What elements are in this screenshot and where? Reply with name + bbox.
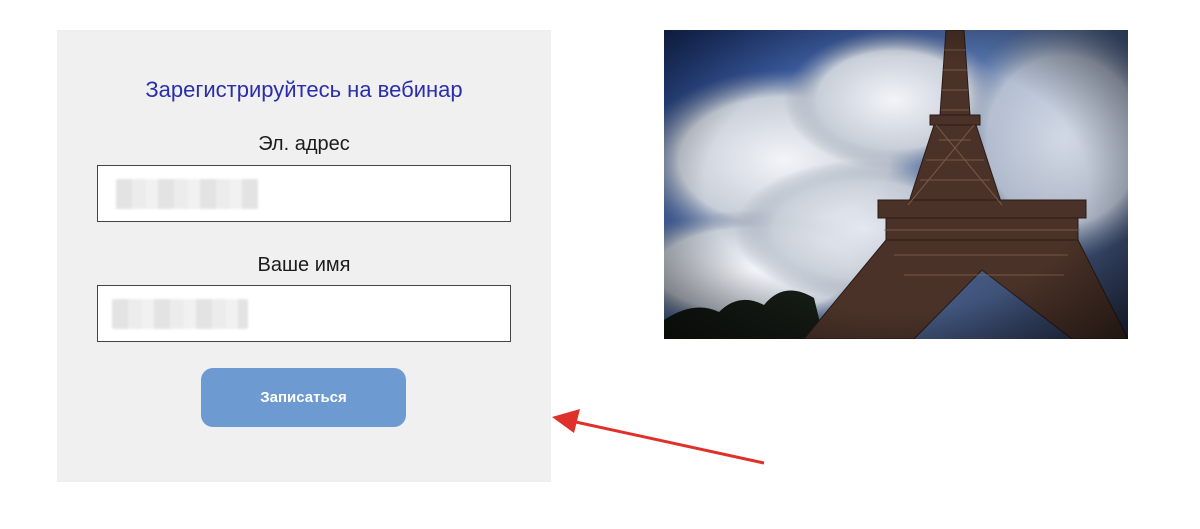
email-field[interactable] bbox=[97, 165, 511, 222]
name-label: Ваше имя bbox=[257, 254, 351, 276]
red-arrow-icon bbox=[552, 409, 765, 465]
name-value-redacted bbox=[112, 299, 248, 329]
form-title: Зарегистрируйтесь на вебинар bbox=[145, 77, 463, 102]
email-label: Эл. адрес bbox=[258, 133, 350, 155]
email-value-redacted bbox=[116, 179, 258, 209]
name-field[interactable] bbox=[97, 285, 511, 342]
webinar-signup-form: Зарегистрируйтесь на вебинар Эл. адрес В… bbox=[57, 30, 551, 482]
page: Зарегистрируйтесь на вебинар Эл. адрес В… bbox=[0, 0, 1200, 529]
eiffel-tower-image bbox=[664, 30, 1128, 339]
submit-button[interactable]: Записаться bbox=[201, 368, 406, 427]
